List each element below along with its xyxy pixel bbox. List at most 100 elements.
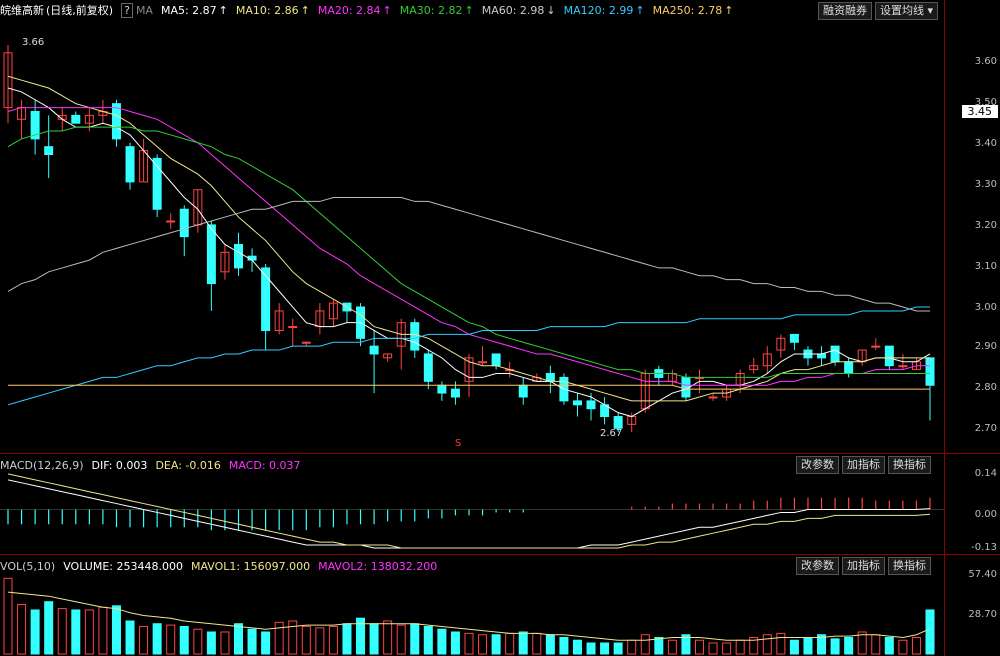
candle-body (613, 416, 623, 429)
volume-bar (722, 642, 732, 655)
volume-bar (423, 625, 433, 655)
volume-bar (871, 634, 881, 655)
candle-body (491, 353, 501, 367)
volume-bar (17, 603, 27, 655)
volume-bar (3, 577, 13, 655)
candle-body (423, 353, 433, 382)
volume-bar (627, 639, 637, 655)
volume-bar (776, 632, 786, 655)
candle-body (369, 345, 379, 355)
candle-body (437, 384, 447, 394)
volume-bar (315, 627, 325, 655)
volume-bar (450, 631, 460, 655)
candle-body (708, 396, 718, 399)
volume-bar (111, 605, 121, 655)
volume-bar (708, 642, 718, 655)
volume-bar (301, 625, 311, 655)
volume-bar (193, 628, 203, 655)
macd-pane (0, 473, 944, 549)
volume-bar (464, 632, 474, 655)
volume-bar (220, 631, 230, 655)
price-pane (3, 45, 935, 433)
volume-bar (383, 620, 393, 655)
volume-bar (735, 639, 745, 655)
ma-line-ma60 (7, 197, 930, 312)
volume-bar (152, 623, 162, 655)
volume-bar (179, 625, 189, 655)
volume-bar (518, 631, 528, 655)
candle-body (830, 345, 840, 363)
volume-bar (830, 638, 840, 655)
candle-body (884, 345, 894, 367)
volume-bar (789, 639, 799, 655)
volume-bar (396, 624, 406, 655)
volume-bar (98, 606, 108, 655)
candle-body (844, 361, 854, 375)
candle-body (44, 146, 54, 156)
chart-canvas (0, 45, 944, 655)
volume-bar (925, 609, 935, 655)
volume-bar (410, 623, 420, 655)
vol-pane (3, 577, 935, 655)
candle-body (450, 388, 460, 398)
volume-bar (884, 636, 894, 655)
volume-bar (803, 636, 813, 655)
ma-line-ma20 (7, 107, 930, 386)
volume-bar (613, 642, 623, 655)
candle-body (410, 322, 420, 351)
candle-body (572, 400, 582, 406)
candle-body (111, 103, 121, 140)
volume-bar (139, 625, 149, 655)
candle-body (898, 365, 908, 368)
volume-bar (559, 636, 569, 655)
volume-bar (57, 608, 67, 655)
volume-bar (491, 634, 501, 655)
candle-body (288, 326, 298, 329)
volume-bar (572, 639, 582, 655)
volume-bar (84, 609, 94, 655)
volume-bar (261, 631, 271, 655)
candle-body (179, 208, 189, 238)
candle-body (817, 353, 827, 359)
volume-bar (695, 639, 704, 655)
candle-body (518, 384, 528, 398)
volume-bar (437, 628, 447, 655)
volume-bar (342, 623, 352, 655)
candle-body (301, 341, 311, 344)
volume-bar (898, 639, 908, 655)
volume-bar (206, 631, 216, 655)
volume-bar (166, 624, 176, 655)
candle-body (166, 220, 176, 223)
volume-bar (71, 609, 81, 655)
volume-bar (654, 636, 664, 655)
volume-bar (532, 632, 542, 655)
volume-bar (600, 642, 610, 655)
volume-bar (762, 634, 772, 655)
candle-body (871, 345, 881, 348)
volume-bar (586, 642, 596, 655)
candle-body (925, 357, 935, 386)
volume-bar (125, 620, 135, 655)
volume-bar (369, 623, 379, 655)
candle-body (234, 243, 243, 269)
volume-bar (667, 639, 677, 655)
volume-bar (247, 628, 257, 655)
candle-body (478, 361, 488, 364)
volume-bar (505, 632, 515, 655)
volume-bar (911, 636, 921, 655)
ma-line-ma10 (7, 75, 930, 402)
volume-bar (328, 625, 338, 655)
volume-bar (44, 601, 54, 655)
volume-bar (30, 609, 40, 655)
candle-body (71, 114, 81, 124)
candle-body (261, 267, 271, 331)
candle-body (125, 146, 135, 183)
volume-bar (640, 634, 650, 655)
candle-body (586, 400, 596, 410)
candle-body (789, 333, 799, 343)
candle-body (206, 224, 216, 285)
volume-bar (478, 634, 488, 655)
volume-bar (545, 634, 555, 655)
volume-bar (234, 623, 243, 655)
volume-bar (844, 636, 854, 655)
